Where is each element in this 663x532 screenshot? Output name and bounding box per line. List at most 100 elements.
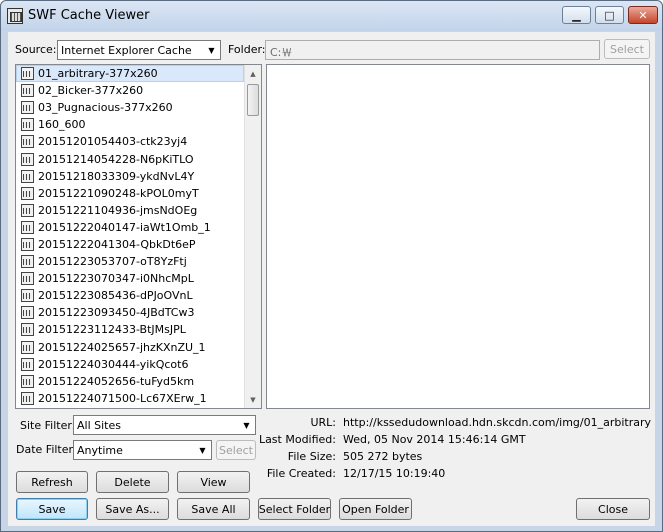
folder-field[interactable]: C:￦ <box>265 40 600 60</box>
list-item[interactable]: 03_Pugnacious-377x260 <box>16 99 244 116</box>
chevron-down-icon: ▼ <box>208 45 215 55</box>
folder-label: Folder: <box>228 43 266 56</box>
list-item[interactable]: 20151214054228-N6pKiTLO <box>16 150 244 167</box>
list-item-label: 20151221104936-jmsNdOEg <box>38 203 198 217</box>
swf-file-icon <box>21 67 34 81</box>
list-item-label: 20151223112433-BtJMsJPL <box>38 323 186 337</box>
file-size-value: 505 272 bytes <box>343 450 423 463</box>
date-filter-value: Anytime <box>77 444 123 457</box>
swf-file-icon <box>21 289 34 303</box>
maximize-button[interactable]: □ <box>595 6 624 24</box>
refresh-button[interactable]: Refresh <box>16 471 88 493</box>
swf-file-icon <box>21 374 34 388</box>
date-filter-select-button[interactable]: Select <box>216 440 256 460</box>
file-list[interactable]: 01_arbitrary-377x260 02_Bicker-377x260 03_… <box>15 64 262 409</box>
app-icon <box>7 8 23 24</box>
source-dropdown-value: Internet Explorer Cache <box>61 44 192 57</box>
list-item[interactable]: 02_Bicker-377x260 <box>16 82 244 99</box>
list-item-label: 20151222040147-iaWt1Omb_1 <box>38 220 211 234</box>
swf-file-icon <box>21 169 34 183</box>
list-item-label: 20151201054403-ctk23yj4 <box>38 135 188 149</box>
last-modified-value: Wed, 05 Nov 2014 15:46:14 GMT <box>343 433 526 446</box>
list-item[interactable]: 01_arbitrary-377x260 <box>16 65 244 83</box>
swf-file-icon <box>21 118 34 132</box>
select-folder-button[interactable]: Select Folder <box>258 498 331 520</box>
list-item-label: 20151214054228-N6pKiTLO <box>38 152 194 166</box>
list-item[interactable]: 20151223053707-oT8YzFtj <box>16 253 244 270</box>
list-item[interactable]: 20151224030444-yikQcot6 <box>16 356 244 373</box>
window-title: SWF Cache Viewer <box>28 8 150 23</box>
chevron-down-icon: ▼ <box>243 420 250 430</box>
swf-file-icon <box>21 220 34 234</box>
list-item-label: 20151224052656-tuFyd5km <box>38 374 195 388</box>
file-size-label: File Size: <box>287 450 336 463</box>
scroll-up-arrow-icon[interactable]: ▲ <box>245 65 261 82</box>
list-item-label: 20151223070347-i0NhcMpL <box>38 272 194 286</box>
swf-preview-pane <box>266 64 650 409</box>
site-filter-label: Site Filter: <box>20 419 76 432</box>
list-item-label: 20151221090248-kPOL0myT <box>38 186 199 200</box>
list-item[interactable]: 20151223085436-dPJoOVnL <box>16 287 244 304</box>
swf-file-icon <box>21 272 34 286</box>
file-list-scrollbar[interactable]: ▲ ▼ <box>244 65 261 408</box>
title-bar: SWF Cache Viewer ▁ □ ✕ <box>1 1 662 31</box>
swf-file-icon <box>21 152 34 166</box>
list-item-label: 02_Bicker-377x260 <box>38 84 144 98</box>
swf-file-icon <box>21 186 34 200</box>
folder-select-button[interactable]: Select <box>604 39 650 59</box>
swf-file-icon <box>21 323 34 337</box>
list-item[interactable]: 20151224025657-jhzKXnZU_1 <box>16 339 244 356</box>
list-item-label: 20151223085436-dPJoOVnL <box>38 289 193 303</box>
close-window-button[interactable]: ✕ <box>628 6 658 24</box>
list-item[interactable]: 20151224052656-tuFyd5km <box>16 373 244 390</box>
scroll-thumb[interactable] <box>247 84 259 116</box>
list-item[interactable]: 20151223070347-i0NhcMpL <box>16 270 244 287</box>
last-modified-label: Last Modified: <box>258 433 336 446</box>
save-button[interactable]: Save <box>16 498 88 520</box>
list-item-label: 20151224071500-Lc67XErw_1 <box>38 391 207 405</box>
swf-file-icon <box>21 306 34 320</box>
swf-file-icon <box>21 84 34 98</box>
source-label: Source: <box>15 43 57 56</box>
list-item[interactable]: 20151222041304-QbkDt6eP <box>16 236 244 253</box>
swf-file-icon <box>21 255 34 269</box>
delete-button[interactable]: Delete <box>96 471 169 493</box>
list-item-label: 20151224025657-jhzKXnZU_1 <box>38 340 206 354</box>
list-item-label: 20151223093450-4JBdTCw3 <box>38 306 195 320</box>
date-filter-dropdown[interactable]: Anytime ▼ <box>73 440 212 460</box>
chevron-down-icon: ▼ <box>199 445 206 455</box>
swf-file-icon <box>21 340 34 354</box>
list-item-label: 03_Pugnacious-377x260 <box>38 101 173 115</box>
swf-file-icon <box>21 357 34 371</box>
scroll-down-arrow-icon[interactable]: ▼ <box>245 391 261 408</box>
site-filter-value: All Sites <box>77 419 121 432</box>
list-item[interactable]: 20151221090248-kPOL0myT <box>16 185 244 202</box>
client-area: Source: Internet Explorer Cache ▼ Folder… <box>8 32 655 526</box>
list-item[interactable]: 20151218033309-ykdNvL4Y <box>16 168 244 185</box>
list-item[interactable]: 20151201054403-ctk23yj4 <box>16 133 244 150</box>
view-button[interactable]: View <box>177 471 250 493</box>
list-item-label: 160_600 <box>38 118 86 132</box>
list-item-label: 20151223053707-oT8YzFtj <box>38 255 187 269</box>
minimize-button[interactable]: ▁ <box>562 6 591 24</box>
open-folder-button[interactable]: Open Folder <box>339 498 412 520</box>
url-label: URL: <box>310 416 336 429</box>
list-item[interactable]: 20151221104936-jmsNdOEg <box>16 202 244 219</box>
date-filter-label: Date Filter: <box>16 443 77 456</box>
save-all-button[interactable]: Save All <box>177 498 250 520</box>
source-dropdown[interactable]: Internet Explorer Cache ▼ <box>57 40 221 60</box>
swf-file-icon <box>21 237 34 251</box>
swf-file-icon <box>21 135 34 149</box>
list-item[interactable]: 20151222040147-iaWt1Omb_1 <box>16 219 244 236</box>
file-created-value: 12/17/15 10:19:40 <box>343 467 446 480</box>
list-item[interactable]: 20151224071500-Lc67XErw_1 <box>16 390 244 407</box>
close-button[interactable]: Close <box>576 498 650 520</box>
list-item[interactable]: 20151223112433-BtJMsJPL <box>16 321 244 338</box>
save-as-button[interactable]: Save As... <box>96 498 169 520</box>
list-item[interactable]: 160_600 <box>16 116 244 133</box>
list-item[interactable]: 20151223093450-4JBdTCw3 <box>16 304 244 321</box>
list-item-label: 20151218033309-ykdNvL4Y <box>38 169 195 183</box>
file-created-label: File Created: <box>266 467 336 480</box>
site-filter-dropdown[interactable]: All Sites ▼ <box>73 415 256 435</box>
url-value: http://kssedudownload.hdn.skcdn.com/img/… <box>343 416 651 429</box>
